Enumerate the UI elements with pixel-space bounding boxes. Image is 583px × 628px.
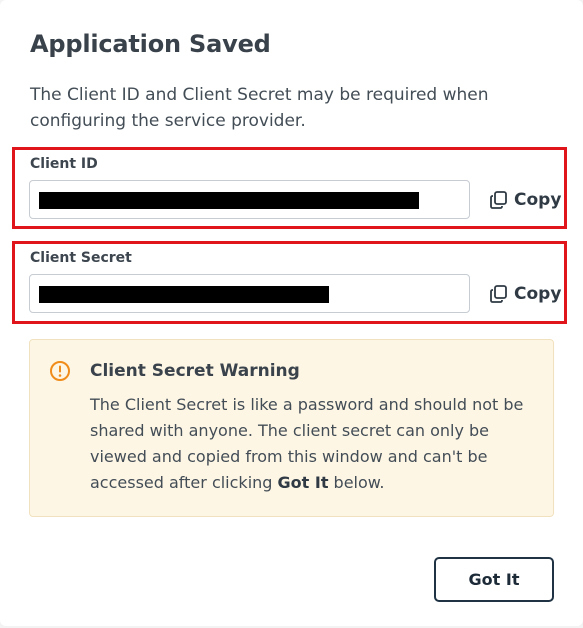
copy-icon (490, 191, 507, 209)
warning-body-emphasis: Got It (277, 473, 329, 492)
client-id-label: Client ID (30, 156, 98, 172)
client-secret-section: Client Secret Copy (12, 241, 567, 324)
warning-body: The Client Secret is like a password and… (90, 392, 540, 496)
copy-client-id-button[interactable]: Copy (489, 188, 561, 212)
warning-title: Client Secret Warning (90, 361, 300, 381)
got-it-button[interactable]: Got It (434, 557, 554, 602)
dialog-title: Application Saved (30, 30, 271, 58)
client-secret-redacted-value (39, 286, 329, 303)
copy-client-id-label: Copy (514, 190, 562, 210)
warning-circle-icon (50, 361, 70, 381)
client-secret-warning: Client Secret Warning The Client Secret … (29, 339, 554, 517)
copy-client-secret-label: Copy (514, 284, 562, 304)
copy-icon (490, 285, 507, 303)
client-secret-field[interactable] (29, 274, 470, 313)
client-id-section: Client ID Copy (12, 147, 567, 229)
client-id-field[interactable] (29, 180, 470, 219)
client-secret-label: Client Secret (30, 250, 132, 266)
warning-body-suffix: below. (328, 473, 385, 492)
client-id-redacted-value (39, 192, 419, 209)
copy-client-secret-button[interactable]: Copy (489, 282, 561, 306)
application-saved-dialog: Application Saved The Client ID and Clie… (0, 0, 583, 626)
dialog-description: The Client ID and Client Secret may be r… (30, 85, 489, 131)
